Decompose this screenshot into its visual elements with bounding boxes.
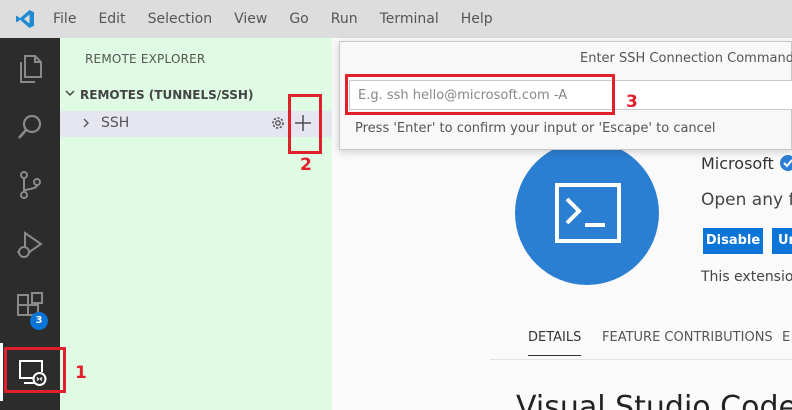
callout-box-1: [4, 347, 66, 393]
quick-input-hint: Press 'Enter' to confirm your input or '…: [355, 121, 716, 136]
verified-icon: [780, 155, 792, 171]
extension-publisher[interactable]: Microsoft: [701, 154, 774, 173]
files-icon: [20, 55, 42, 83]
disable-button[interactable]: Disable: [703, 228, 763, 254]
extension-tabs: DETAILS FEATURE CONTRIBUTIONS E: [490, 322, 792, 360]
source-control-icon: [20, 171, 41, 199]
run-debug-button[interactable]: [0, 216, 60, 274]
vscode-logo-icon: [0, 0, 50, 38]
menu-view[interactable]: View: [223, 0, 278, 38]
run-debug-icon: [17, 231, 43, 258]
terminal-prompt-icon: [555, 183, 621, 243]
callout-number-2: 2: [300, 155, 312, 175]
gear-icon[interactable]: [269, 114, 287, 136]
menu-bar: File Edit Selection View Go Run Terminal…: [0, 0, 792, 38]
menu-go[interactable]: Go: [278, 0, 319, 38]
menu-file[interactable]: File: [50, 0, 87, 38]
sidebar-item-label: SSH: [101, 115, 130, 131]
extension-description: Open any fo: [701, 190, 792, 210]
menu-help[interactable]: Help: [450, 0, 504, 38]
menu-terminal[interactable]: Terminal: [369, 0, 450, 38]
menu-run[interactable]: Run: [320, 0, 369, 38]
extensions-button[interactable]: 3: [0, 278, 60, 336]
search-icon: [18, 114, 42, 139]
readme-heading: Visual Studio Code: [516, 390, 792, 410]
search-button[interactable]: [0, 98, 60, 156]
callout-box-3: [345, 74, 615, 115]
remotes-section-header[interactable]: REMOTES (TUNNELS/SSH): [64, 87, 253, 102]
callout-box-2: [288, 94, 322, 154]
callout-number-1: 1: [75, 363, 87, 383]
tab-extra[interactable]: E: [782, 330, 790, 345]
extension-note: This extension: [701, 269, 792, 285]
extension-logo: [515, 141, 659, 285]
source-control-button[interactable]: [0, 156, 60, 214]
menu-edit[interactable]: Edit: [87, 0, 136, 38]
uninstall-button[interactable]: Ur: [772, 228, 792, 254]
menu-selection[interactable]: Selection: [137, 0, 224, 38]
sidebar-title: REMOTE EXPLORER: [85, 52, 206, 66]
callout-number-3: 3: [626, 92, 638, 112]
extensions-badge: 3: [30, 312, 48, 330]
chevron-down-icon: [64, 87, 80, 102]
remotes-section-label: REMOTES (TUNNELS/SSH): [80, 87, 254, 102]
tab-feature-contributions[interactable]: FEATURE CONTRIBUTIONS: [602, 330, 773, 345]
explorer-button[interactable]: [0, 40, 60, 98]
chevron-right-icon: [80, 114, 92, 136]
quick-input-title: Enter SSH Connection Command: [580, 51, 792, 66]
tab-details[interactable]: DETAILS: [528, 330, 582, 356]
